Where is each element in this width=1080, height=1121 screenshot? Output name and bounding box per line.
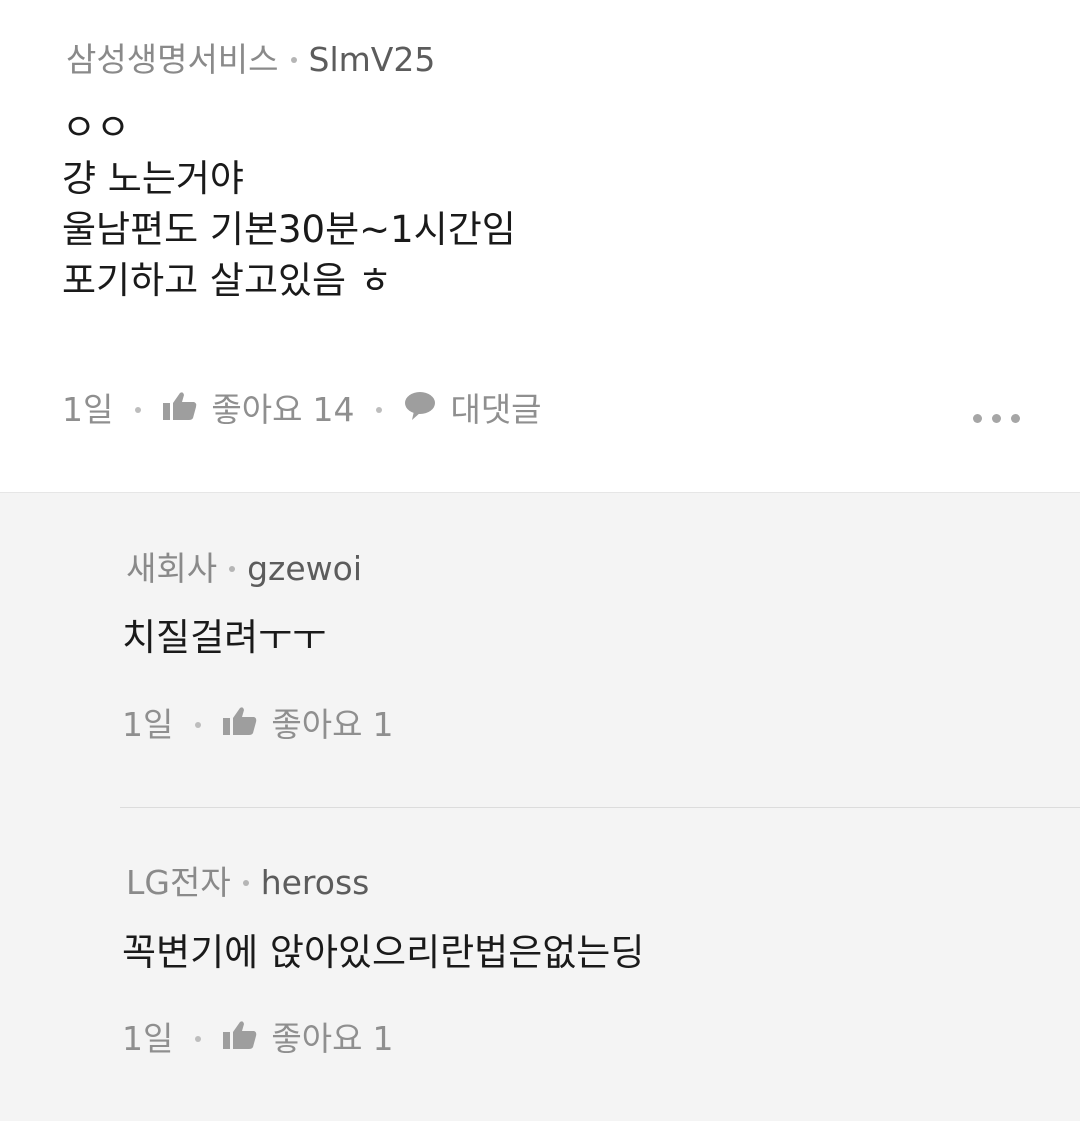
separator-dot [195, 1036, 202, 1042]
author-user-id[interactable]: gzewoi [247, 549, 362, 588]
author-user-id[interactable]: SlmV25 [309, 40, 436, 79]
more-dots-icon[interactable] [973, 414, 1020, 423]
like-count: 1 [372, 1019, 394, 1058]
reply-divider [120, 807, 1080, 808]
reply-author: 새회사 gzewoi [126, 549, 362, 589]
author-company[interactable]: LG전자 [126, 863, 231, 902]
comment-body: ㅇㅇ 걍 노는거야 울남편도 기본30분~1시간임 포기하고 살고있음 ㅎ [62, 102, 516, 306]
reply-button[interactable]: 대댓글 [450, 390, 541, 430]
separator-dot [376, 407, 383, 413]
reply-body: 꼭변기에 앉아있으리란법은없는딩 [122, 931, 645, 974]
reply-author: LG전자 heross [126, 863, 369, 903]
author-user-id[interactable]: heross [261, 863, 370, 902]
reply-item: LG전자 heross 꼭변기에 앉아있으리란법은없는딩 1일 좋아요 1 [0, 807, 1080, 1121]
comment-time: 1일 [62, 390, 114, 429]
main-comment: 삼성생명서비스 SlmV25 ㅇㅇ 걍 노는거야 울남편도 기본30분~1시간임 … [0, 0, 1080, 493]
reply-time: 1일 [122, 1019, 174, 1058]
comment-line: 울남편도 기본30분~1시간임 [62, 208, 516, 251]
separator-dot [290, 56, 297, 63]
speech-bubble-icon[interactable] [404, 390, 436, 430]
separator-dot [229, 565, 236, 572]
thumbs-up-icon[interactable] [223, 705, 257, 745]
like-button[interactable]: 좋아요 [211, 390, 302, 430]
thumbs-up-icon[interactable] [163, 390, 197, 430]
reply-meta: 1일 좋아요 1 [122, 1019, 393, 1059]
like-button[interactable]: 좋아요 [271, 705, 362, 745]
like-button[interactable]: 좋아요 [271, 1019, 362, 1059]
author-company[interactable]: 삼성생명서비스 [66, 40, 279, 79]
reply-item: 새회사 gzewoi 치질걸려ㅜㅜ 1일 좋아요 1 [0, 493, 1080, 807]
separator-dot [135, 407, 142, 413]
like-count: 14 [312, 390, 355, 429]
comment-line: ㅇㅇ [62, 106, 131, 149]
comment-line: 포기하고 살고있음 ㅎ [62, 259, 392, 302]
separator-dot [242, 879, 249, 886]
like-count: 1 [372, 705, 394, 744]
reply-body: 치질걸려ㅜㅜ [122, 616, 327, 659]
thumbs-up-icon[interactable] [223, 1019, 257, 1059]
comment-meta: 1일 좋아요 14 대댓글 [62, 390, 542, 430]
author-company[interactable]: 새회사 [126, 549, 217, 588]
separator-dot [195, 722, 202, 728]
comment-line: 걍 노는거야 [62, 157, 244, 200]
reply-time: 1일 [122, 705, 174, 744]
reply-meta: 1일 좋아요 1 [122, 705, 393, 745]
comment-author: 삼성생명서비스 SlmV25 [66, 40, 435, 80]
